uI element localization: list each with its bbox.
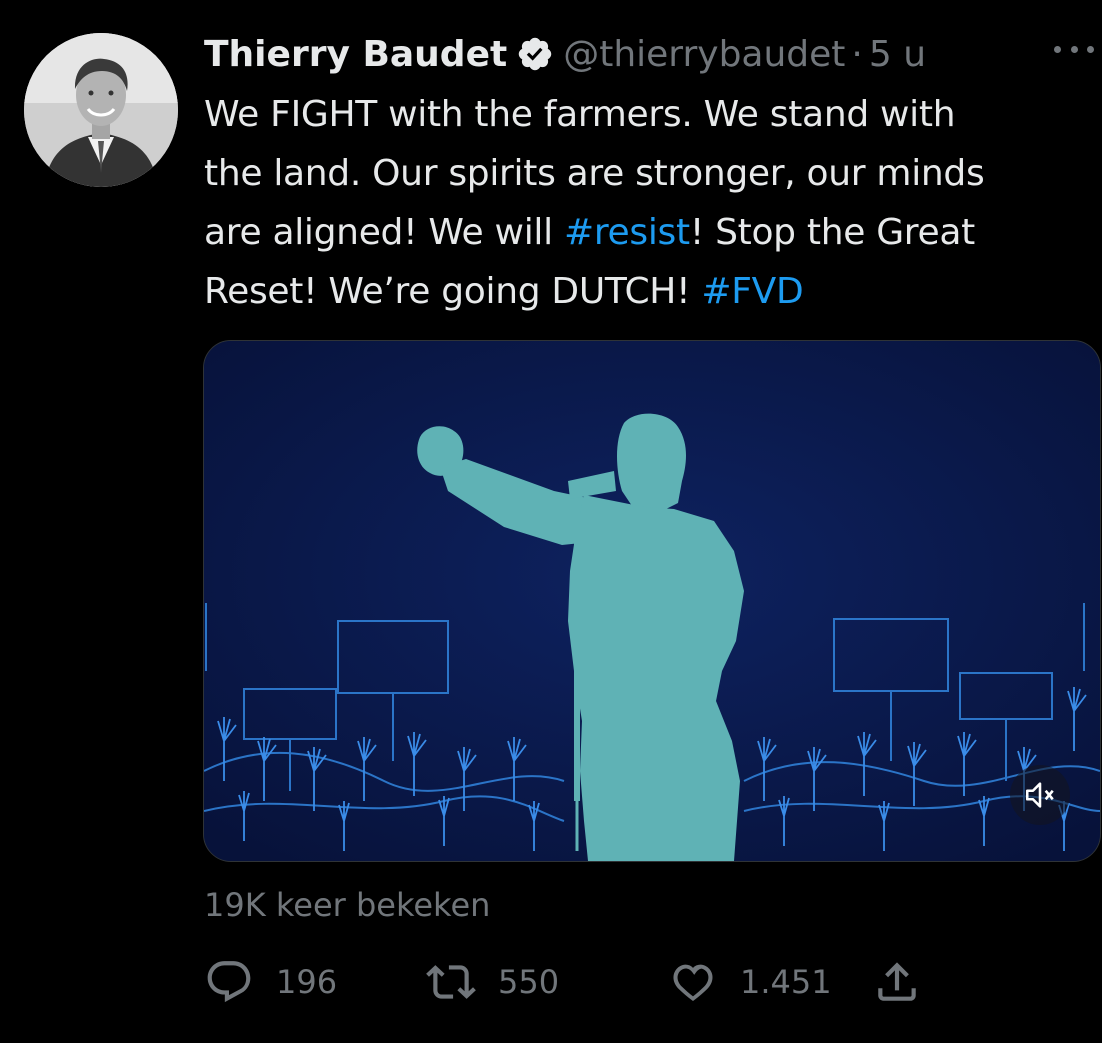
view-count: 19K keer bekeken xyxy=(204,886,491,924)
retweet-count: 550 xyxy=(498,963,560,1001)
tweet-text-segment: Reset! We’re going DUTCH! xyxy=(204,271,702,312)
like-count: 1.451 xyxy=(740,963,832,1001)
share-icon xyxy=(878,962,916,1001)
author-avatar[interactable] xyxy=(24,33,178,187)
video-frame-image xyxy=(204,341,1100,861)
hashtag-link[interactable]: #FVD xyxy=(701,271,803,312)
volume-muted-icon[interactable] xyxy=(1010,765,1070,825)
tweet-text-segment: the land. Our spirits are stronger, our … xyxy=(204,153,985,194)
reply-icon xyxy=(207,961,251,1003)
heart-icon xyxy=(673,964,713,1001)
tweet-text-segment: ! Stop the Great xyxy=(689,212,975,253)
reply-count: 196 xyxy=(276,963,338,1001)
avatar-image xyxy=(24,33,178,187)
tweet-text-line: We FIGHT with the farmers. We stand with xyxy=(204,85,1094,144)
tweet-actions: 196 550 1.451 xyxy=(204,950,964,1014)
reply-button[interactable]: 196 xyxy=(204,950,337,1014)
tweet-header: Thierry Baudet @thierrybaudet · 5 u xyxy=(204,26,1102,82)
hashtag-link[interactable]: #resist xyxy=(564,212,690,253)
tweet-text: We FIGHT with the farmers. We stand with… xyxy=(204,85,1094,321)
tweet-text-line: Reset! We’re going DUTCH! #FVD xyxy=(204,262,1094,321)
share-button[interactable] xyxy=(872,950,922,1014)
more-options-icon[interactable] xyxy=(1054,34,1094,64)
verified-badge-icon xyxy=(516,35,554,73)
tweet-video[interactable] xyxy=(203,340,1101,862)
author-handle[interactable]: @thierrybaudet xyxy=(563,34,845,75)
tweet-text-line: the land. Our spirits are stronger, our … xyxy=(204,144,1094,203)
author-name[interactable]: Thierry Baudet xyxy=(204,34,507,75)
meta-separator: · xyxy=(851,33,863,75)
retweet-icon xyxy=(426,965,476,999)
tweet-text-segment: are aligned! We will xyxy=(204,212,564,253)
retweet-button[interactable]: 550 xyxy=(426,950,559,1014)
tweet-timestamp[interactable]: 5 u xyxy=(869,34,926,75)
tweet-text-line: are aligned! We will #resist! Stop the G… xyxy=(204,203,1094,262)
like-button[interactable]: 1.451 xyxy=(668,950,832,1014)
tweet-text-segment: We FIGHT with the farmers. We stand with xyxy=(204,94,956,135)
